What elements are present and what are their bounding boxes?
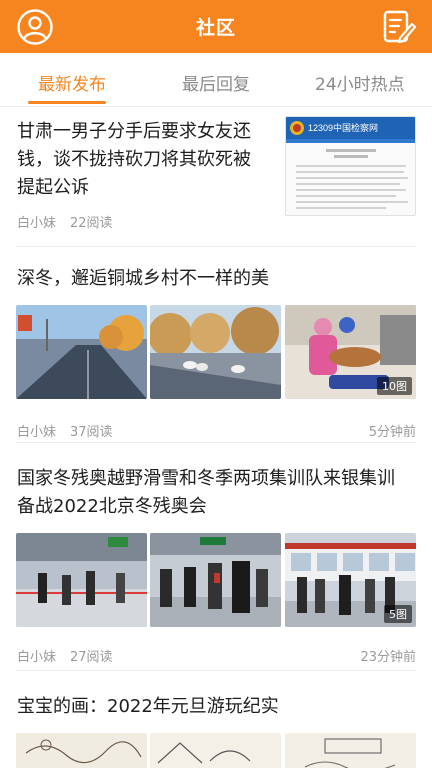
article-author: 白小妹 (17, 650, 57, 665)
edit-note-icon[interactable] (382, 8, 417, 46)
article-image (150, 533, 281, 627)
page-title: 社区 (195, 17, 236, 39)
article-image (285, 733, 416, 768)
article-title: 国家冬残奥越野滑雪和冬季两项集训队来银集训 备战2022北京冬残奥会 (17, 468, 395, 517)
article-reads: 37阅读 (70, 425, 113, 440)
article-reads: 22阅读 (70, 216, 113, 231)
article-image: 5图 (285, 533, 416, 627)
article-image: 10图 (285, 305, 416, 399)
article-author: 白小妹 (17, 425, 57, 440)
article-card[interactable]: 深冬，邂逅铜城乡村不一样的美 10图 白小妹 37阅读 5分钟前 (0, 247, 432, 443)
image-count-badge: 5图 (384, 605, 412, 623)
user-avatar-icon[interactable] (16, 8, 54, 46)
article-card[interactable]: 甘肃一男子分手后要求女友还 钱，谈不拢持砍刀将其砍死被 提起公诉 白小妹 22阅… (0, 108, 432, 246)
article-image (16, 305, 147, 399)
article-time: 23分钟前 (360, 650, 416, 665)
tab-24h-hot[interactable]: 24小时热点 (315, 70, 405, 95)
thumbnail-site-name: 12309中国检察网 (308, 123, 379, 133)
app-header: 社区 (0, 0, 432, 53)
article-time: 5分钟前 (368, 425, 416, 440)
article-image (16, 733, 147, 768)
image-count-badge: 10图 (377, 377, 412, 395)
tab-latest[interactable]: 最新发布 (38, 70, 106, 95)
article-image (150, 733, 281, 768)
tab-bar: 最新发布 最后回复 24小时热点 (0, 53, 432, 107)
tab-last-reply[interactable]: 最后回复 (182, 70, 250, 95)
article-card[interactable]: 国家冬残奥越野滑雪和冬季两项集训队来银集训 备战2022北京冬残奥会 5图 白小… (0, 443, 432, 669)
article-title: 甘肃一男子分手后要求女友还 钱，谈不拢持砍刀将其砍死被 提起公诉 (17, 121, 251, 198)
article-reads: 27阅读 (70, 650, 113, 665)
article-title: 深冬，邂逅铜城乡村不一样的美 (17, 268, 269, 289)
article-image (150, 305, 281, 399)
active-tab-indicator (28, 101, 106, 104)
article-title: 宝宝的画：2022年元旦游玩纪实 (17, 696, 279, 717)
article-card[interactable]: 宝宝的画：2022年元旦游玩纪实 (0, 671, 432, 768)
article-author: 白小妹 (17, 216, 57, 231)
article-thumbnail: 12309中国检察网 (285, 116, 416, 216)
article-image (16, 533, 147, 627)
